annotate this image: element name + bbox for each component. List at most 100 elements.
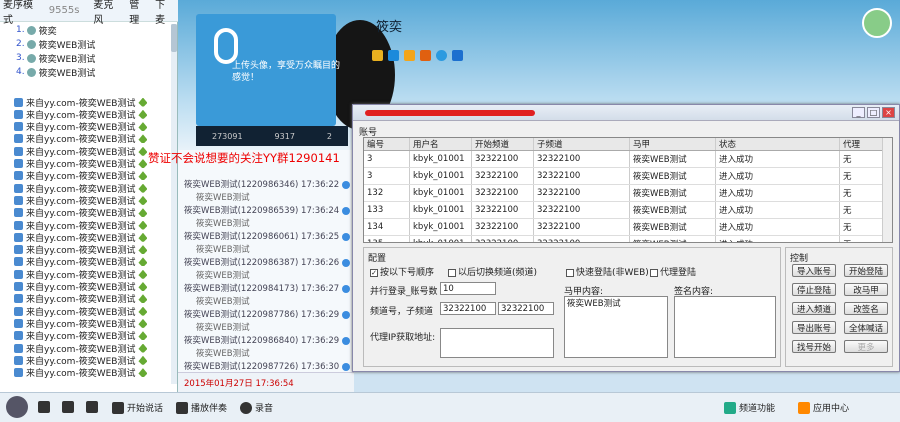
control-button[interactable]: 导出账号 <box>792 321 836 334</box>
column-header[interactable]: 编号 <box>364 138 410 150</box>
mic-tab[interactable]: 麦克风 <box>90 0 126 26</box>
member-item[interactable]: 来自yy.com-筱奕WEB测试 <box>0 231 172 243</box>
proxy-url-input[interactable] <box>440 328 554 358</box>
channel-input[interactable]: 32322100 <box>440 302 496 315</box>
accounts-table[interactable]: 编号 用户名 开始频道 子频道 马甲 状态 代理 3 kbyk_01001 32322100 32… <box>363 137 893 243</box>
crown-icon[interactable] <box>372 50 383 61</box>
table-cell: 筱奕WEB测试 <box>630 151 716 167</box>
signature-textarea[interactable] <box>674 296 776 358</box>
member-item[interactable]: 来自yy.com-筱奕WEB测试 <box>0 121 172 133</box>
member-item[interactable]: 来自yy.com-筱奕WEB测试 <box>0 367 172 379</box>
equalizer-icon[interactable] <box>86 401 98 413</box>
member-item[interactable]: 来自yy.com-筱奕WEB测试 <box>0 256 172 268</box>
queue-item[interactable]: 4. 筱奕WEB测试 <box>0 66 172 78</box>
member-item[interactable]: 来自yy.com-筱奕WEB测试 <box>0 207 172 219</box>
member-item[interactable]: 来自yy.com-筱奕WEB测试 <box>0 108 172 120</box>
self-avatar[interactable] <box>6 396 28 418</box>
member-item[interactable]: 来自yy.com-筱奕WEB测试 <box>0 194 172 206</box>
mail-icon[interactable] <box>404 50 415 61</box>
weibo-icon[interactable] <box>436 50 447 61</box>
interval-input[interactable]: 10 <box>440 282 496 295</box>
member-item[interactable]: 来自yy.com-筱奕WEB测试 <box>0 281 172 293</box>
column-header[interactable]: 马甲 <box>630 138 716 150</box>
manage-tab[interactable]: 管理 <box>126 0 152 26</box>
close-icon[interactable]: × <box>882 107 895 118</box>
column-header[interactable]: 代理 <box>840 138 884 150</box>
control-button[interactable]: 全体喊话 <box>844 321 888 334</box>
chat-message-header[interactable]: 筱奕WEB测试(1220986061) 17:36:25 <box>184 230 351 242</box>
start-talk-button[interactable]: 开始说话 <box>112 401 163 414</box>
l-icon[interactable] <box>420 50 431 61</box>
dialog-titlebar[interactable]: _ □ × <box>353 105 899 121</box>
control-button[interactable]: 进入频道 <box>792 302 836 315</box>
control-button[interactable]: 改签名 <box>844 302 888 315</box>
chat-message-header[interactable]: 筱奕WEB测试(1220986346) 17:36:22 <box>184 178 351 190</box>
tencent-icon[interactable] <box>452 50 463 61</box>
control-button[interactable]: 改马甲 <box>844 283 888 296</box>
chat-message-header[interactable]: 筱奕WEB测试(1220986840) 17:36:29 <box>184 334 351 346</box>
member-item[interactable]: 来自yy.com-筱奕WEB测试 <box>0 330 172 342</box>
switch-channel-option[interactable]: 以后切换频道(频道) <box>448 265 537 278</box>
column-header[interactable]: 用户名 <box>410 138 472 150</box>
chat-message-header[interactable]: 筱奕WEB测试(1220984173) 17:36:27 <box>184 282 351 294</box>
mic-icon[interactable] <box>62 401 74 413</box>
member-item[interactable]: 来自yy.com-筱奕WEB测试 <box>0 305 172 317</box>
queue-item[interactable]: 2. 筱奕WEB测试 <box>0 38 172 50</box>
column-header[interactable]: 开始频道 <box>472 138 534 150</box>
table-row[interactable]: 3 kbyk_01001 32322100 32322100 筱奕WEB测试 进入成功无 <box>364 151 892 168</box>
table-scrollbar[interactable] <box>882 138 892 242</box>
queue-item[interactable]: 1. 筱奕 <box>0 24 172 36</box>
down-mic-tab[interactable]: 下麦 <box>152 0 178 26</box>
member-item[interactable]: 来自yy.com-筱奕WEB测试 <box>0 293 172 305</box>
control-button[interactable]: 找号开始 <box>792 340 836 353</box>
chat-message-header[interactable]: 筱奕WEB测试(1220987786) 17:36:29 <box>184 308 351 320</box>
member-item[interactable]: 来自yy.com-筱奕WEB测试 <box>0 145 172 157</box>
chat-message-header[interactable]: 筱奕WEB测试(1220986539) 17:36:24 <box>184 204 351 216</box>
member-item[interactable]: 来自yy.com-筱奕WEB测试 <box>0 182 172 194</box>
speaker-icon[interactable] <box>38 401 50 413</box>
member-item[interactable]: 来自yy.com-筱奕WEB测试 <box>0 133 172 145</box>
queue-item[interactable]: 3. 筱奕WEB测试 <box>0 52 172 64</box>
member-item[interactable]: 来自yy.com-筱奕WEB测试 <box>0 170 172 182</box>
app-center-button[interactable]: 应用中心 <box>798 401 849 414</box>
play-accompaniment-button[interactable]: 播放伴奏 <box>176 401 227 414</box>
maximize-icon[interactable]: □ <box>867 107 880 118</box>
member-item[interactable]: 来自yy.com-筱奕WEB测试 <box>0 317 172 329</box>
minimize-icon[interactable]: _ <box>852 107 865 118</box>
member-item[interactable]: 来自yy.com-筱奕WEB测试 <box>0 219 172 231</box>
login-order-option[interactable]: ✓ 按以下号顺序 <box>370 265 434 278</box>
control-button[interactable]: 导入账号 <box>792 264 836 277</box>
record-button[interactable]: 录音 <box>240 401 273 414</box>
column-header[interactable]: 状态 <box>716 138 840 150</box>
table-row[interactable]: 134 kbyk_01001 32322100 32322100 筱奕WEB测试 进入成功… <box>364 219 892 236</box>
control-button[interactable]: 停止登陆 <box>792 283 836 296</box>
chat-message-header[interactable]: 筱奕WEB测试(1220986387) 17:36:26 <box>184 256 351 268</box>
member-item[interactable]: 来自yy.com-筱奕WEB测试 <box>0 354 172 366</box>
channel-function-button[interactable]: 频道功能 <box>724 401 775 414</box>
table-row[interactable]: 135kbyk_010013232210032322100筱奕WEB测试进入成功… <box>364 236 892 242</box>
table-row[interactable]: 3 kbyk_01001 32322100 32322100 筱奕WEB测试 进入成功无 <box>364 168 892 185</box>
member-item[interactable]: 来自yy.com-筱奕WEB测试 <box>0 96 172 108</box>
member-item[interactable]: 来自yy.com-筱奕WEB测试 <box>0 268 172 280</box>
left-scrollbar[interactable] <box>171 24 177 384</box>
control-button[interactable]: 更多 <box>844 340 888 353</box>
mode-select[interactable]: 麦序模式 <box>0 0 46 26</box>
member-status-icon <box>14 294 23 304</box>
chat-input[interactable] <box>182 374 352 390</box>
member-item[interactable]: 来自yy.com-筱奕WEB测试 <box>0 244 172 256</box>
table-cell: 进入成功 <box>716 236 840 242</box>
member-item[interactable]: 来自yy.com-筱奕WEB测试 <box>0 158 172 170</box>
nickname-textarea[interactable]: 筱奕WEB测试 <box>564 296 668 358</box>
user-avatar[interactable] <box>862 8 892 38</box>
proxy-login-option[interactable]: 代理登陆 <box>650 265 696 278</box>
chat-message-header[interactable]: 筱奕WEB测试(1220987726) 17:36:30 <box>184 360 351 372</box>
control-button[interactable]: 开始登陆 <box>844 264 888 277</box>
table-row[interactable]: 133 kbyk_01001 32322100 32322100 筱奕WEB测试 进入成功… <box>364 202 892 219</box>
qq-icon[interactable] <box>388 50 399 61</box>
column-header[interactable]: 子频道 <box>534 138 630 150</box>
scroll-thumb[interactable] <box>171 24 177 52</box>
subchannel-input[interactable]: 32322100 <box>498 302 554 315</box>
table-row[interactable]: 132 kbyk_01001 32322100 32322100 筱奕WEB测试 进入成功… <box>364 185 892 202</box>
quick-login-option[interactable]: 快速登陆(非WEB) <box>566 265 649 278</box>
member-item[interactable]: 来自yy.com-筱奕WEB测试 <box>0 342 172 354</box>
